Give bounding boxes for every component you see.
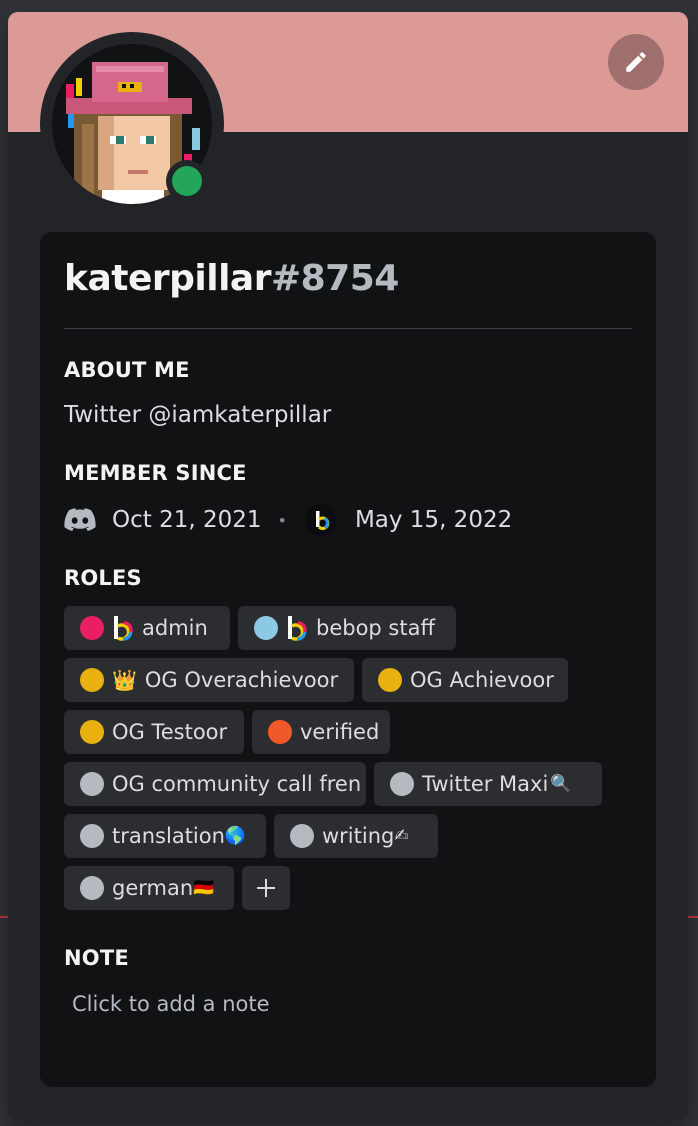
pencil-icon [626,52,646,72]
role-color-dot [254,616,278,640]
role-color-dot [80,824,104,848]
role-label: OG Achievoor [410,668,554,692]
role-label: writing [322,824,395,848]
online-status-icon [172,166,202,196]
role-label: OG Overachievoor [144,668,339,692]
role-twitter-maxi[interactable]: Twitter Maxi 🔍 [374,762,602,806]
role-color-dot [80,616,104,640]
role-color-dot [80,772,104,796]
globe-icon: 🌎 [224,826,247,846]
role-color-dot [268,720,292,744]
date-separator: • [277,510,287,530]
search-icon: 🔍 [550,774,572,794]
discord-icon [64,508,96,532]
user-profile-popout: katerpillar#8754 ABOUT ME Twitter @iamka… [8,12,688,1120]
role-color-dot [290,824,314,848]
role-color-dot [390,772,414,796]
discord-member-date: Oct 21, 2021 [112,507,262,533]
writing-hand-icon: ✍ [394,826,409,846]
bebop-icon [112,615,134,641]
member-since-row: Oct 21, 2021 • May 15, 2022 [64,504,512,536]
username-display[interactable]: katerpillar#8754 [64,258,399,299]
role-label: verified [300,720,380,744]
add-role-button[interactable] [242,866,290,910]
profile-body: katerpillar#8754 ABOUT ME Twitter @iamka… [40,232,656,1087]
username: katerpillar [64,258,271,299]
role-translation[interactable]: translation 🌎 [64,814,266,858]
role-color-dot [80,668,104,692]
role-writing[interactable]: writing ✍ [274,814,438,858]
note-input[interactable]: Click to add a note [72,992,270,1016]
discriminator: #8754 [270,258,399,299]
role-og-overachievoor[interactable]: 👑 OG Overachievoor [64,658,354,702]
role-german[interactable]: german 🇩🇪 [64,866,234,910]
role-label: bebop staff [316,616,435,640]
bebop-icon [286,615,308,641]
note-heading: NOTE [64,946,129,970]
role-label: Twitter Maxi [422,772,549,796]
role-color-dot [378,668,402,692]
role-label: german [112,876,194,900]
crown-icon: 👑 [112,668,137,692]
new-messages-divider-right [688,916,698,918]
role-label: admin [142,616,208,640]
member-since-heading: MEMBER SINCE [64,461,247,485]
edit-profile-button[interactable] [608,34,664,90]
role-admin[interactable]: admin [64,606,230,650]
roles-heading: ROLES [64,566,142,590]
german-flag-icon: 🇩🇪 [193,878,215,898]
role-label: OG Testoor [112,720,228,744]
divider [64,328,632,329]
role-og-achievoor[interactable]: OG Achievoor [362,658,568,702]
role-color-dot [80,876,104,900]
server-member-date: May 15, 2022 [354,507,513,533]
about-me-text: Twitter @iamkaterpillar [64,402,332,428]
role-og-community-call-fren[interactable]: OG community call fren [64,762,366,806]
role-bebop-staff[interactable]: bebop staff [238,606,456,650]
role-color-dot [80,720,104,744]
role-verified[interactable]: verified [252,710,390,754]
role-og-testoor[interactable]: OG Testoor [64,710,244,754]
plus-icon [257,879,275,897]
role-label: translation [112,824,225,848]
about-me-heading: ABOUT ME [64,358,190,382]
bebop-server-icon[interactable] [304,504,337,536]
role-label: OG community call fren [112,772,362,796]
